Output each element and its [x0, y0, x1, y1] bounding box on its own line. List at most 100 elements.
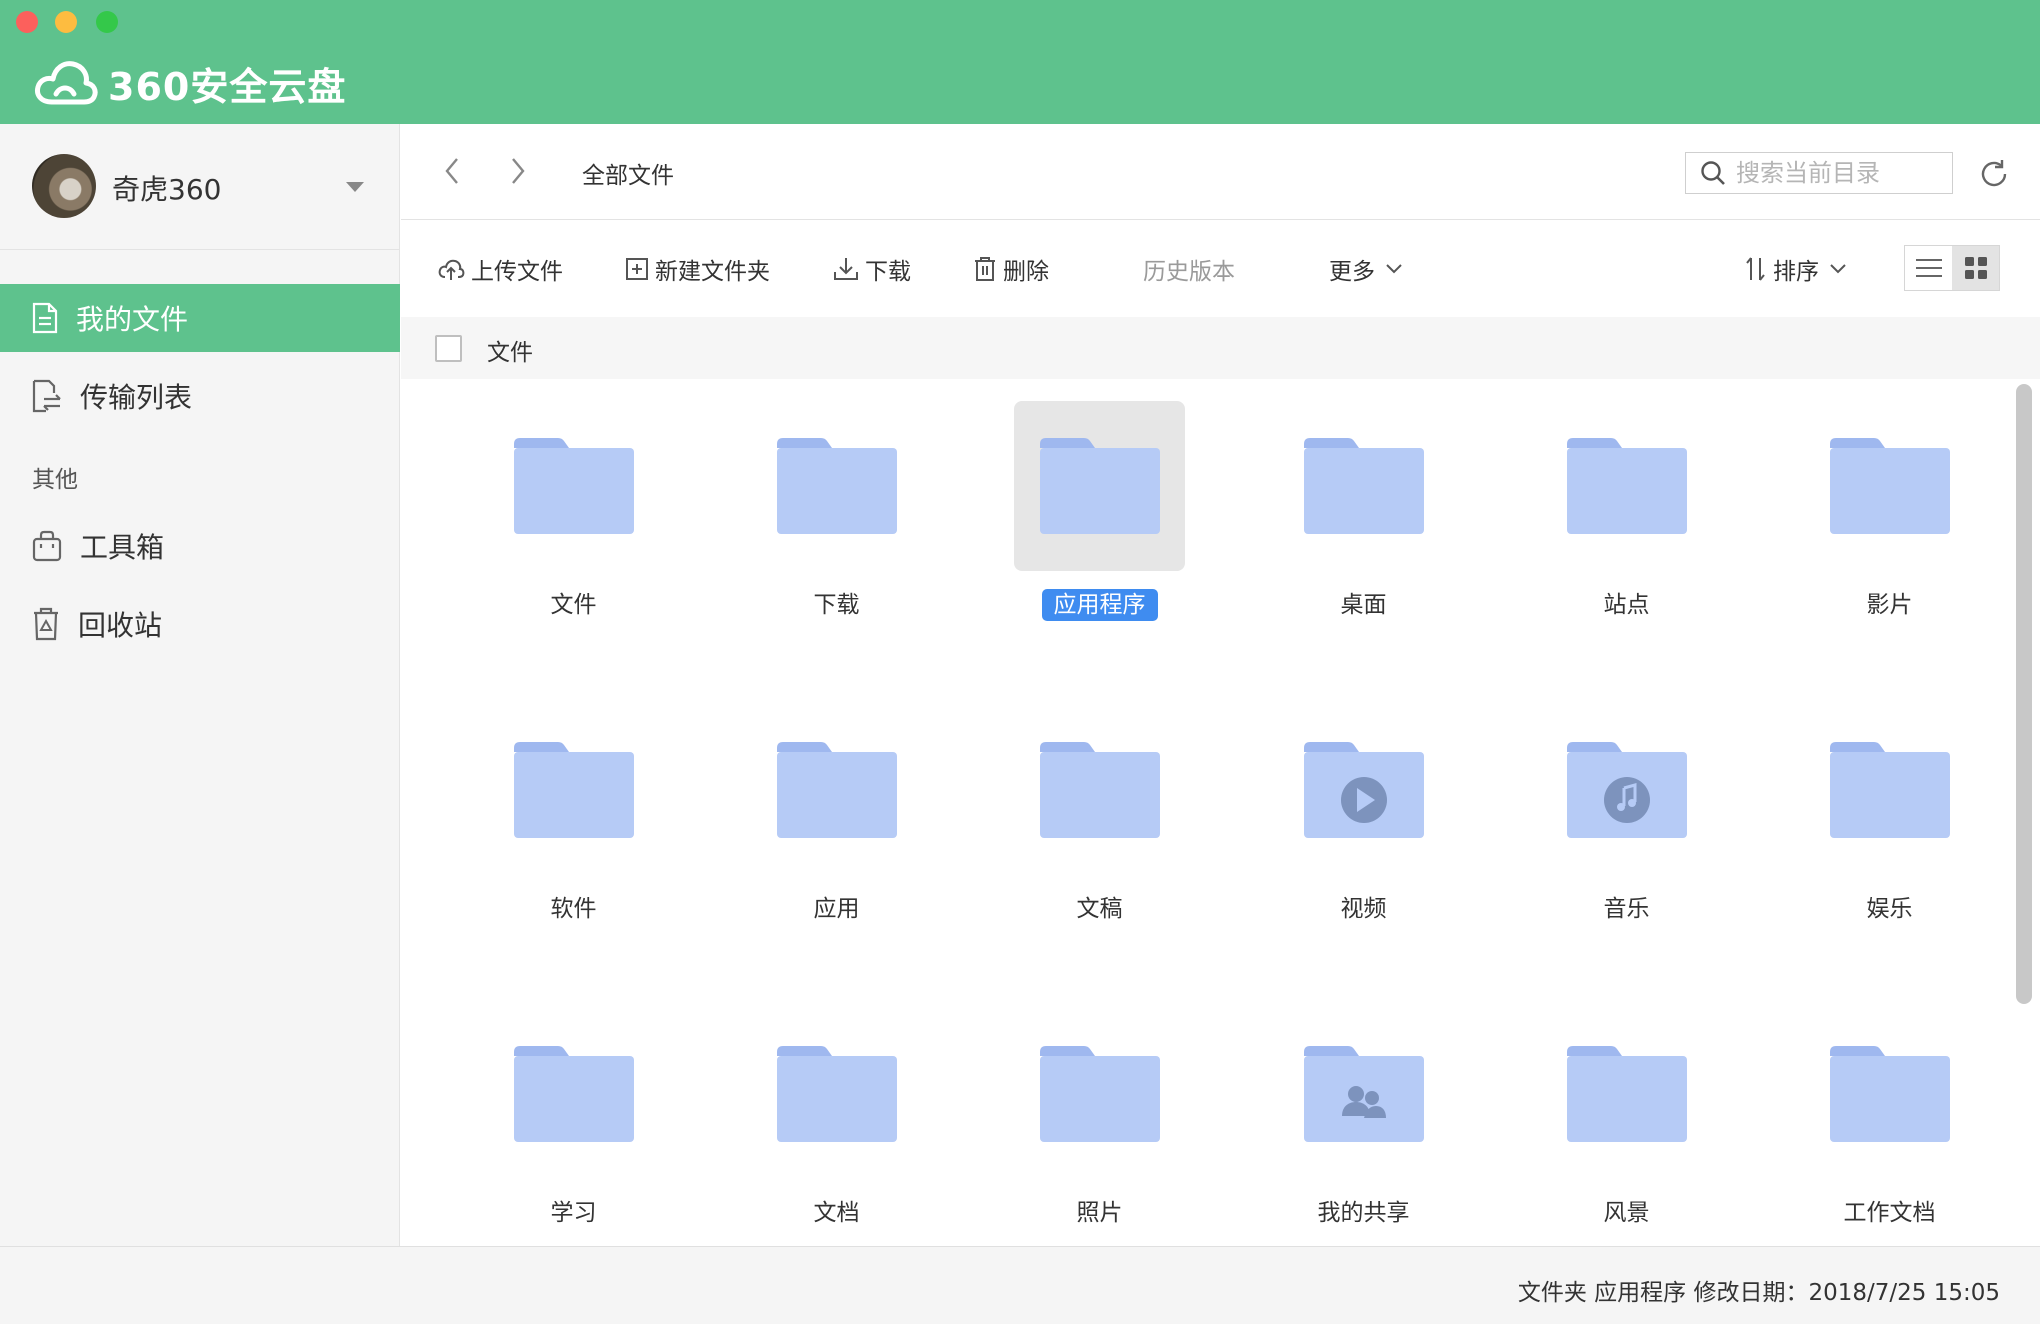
folder-label: 影片: [1804, 585, 1975, 619]
history-version-label: 历史版本: [1143, 259, 1235, 285]
sort-button[interactable]: 排序: [1745, 251, 1847, 287]
sort-icon: [1746, 257, 1765, 281]
folder-name: 视频: [1340, 896, 1387, 922]
folder-name: 照片: [1076, 1200, 1123, 1226]
folder-tile[interactable]: 文件: [488, 379, 659, 618]
toolbar: 上传文件 新建文件夹 下载 删除 历史版本 更多 排序: [401, 221, 2040, 317]
sidebar-item-my-files[interactable]: 我的文件: [0, 284, 400, 352]
window-close-button[interactable]: [16, 11, 38, 33]
sidebar: 奇虎360 我的文件 传输列表 其他 工具箱 回收站: [0, 124, 400, 1246]
grid-view-button[interactable]: [1952, 246, 1999, 290]
search-input[interactable]: [1736, 159, 1936, 187]
history-version-button[interactable]: 历史版本: [1143, 251, 1235, 287]
folder-label: 下载: [751, 585, 922, 619]
window-maximize-button[interactable]: [96, 11, 118, 33]
folder-tile[interactable]: 文档: [751, 987, 922, 1226]
folder-label: 风景: [1541, 1193, 1712, 1227]
plus-square-icon: [626, 258, 648, 280]
download-label: 下载: [865, 259, 911, 285]
folder-name: 应用: [813, 896, 860, 922]
sidebar-item-recycle-bin[interactable]: 回收站: [0, 590, 400, 658]
folder-icon-box: [1014, 705, 1185, 875]
chevron-right-icon: [512, 158, 525, 184]
sidebar-item-transfer-list[interactable]: 传输列表: [0, 362, 400, 430]
folder-label: 视频: [1278, 889, 1449, 923]
delete-button[interactable]: 删除: [973, 251, 1049, 287]
folder-label: 学习: [488, 1193, 659, 1227]
cloud-upload-icon: [438, 259, 465, 280]
search-icon: [1701, 161, 1725, 185]
folder-icon-box: [751, 401, 922, 571]
folder-tile[interactable]: 工作文档: [1804, 987, 1975, 1226]
sidebar-section-other: 其他: [32, 467, 78, 493]
shared-folder-icon: [1303, 1046, 1424, 1142]
more-button[interactable]: 更多: [1329, 251, 1403, 287]
user-panel[interactable]: 奇虎360: [0, 124, 400, 250]
list-view-button[interactable]: [1905, 246, 1952, 290]
caret-down-icon[interactable]: [346, 182, 364, 192]
download-button[interactable]: 下载: [833, 251, 911, 287]
scrollbar[interactable]: [2016, 384, 2032, 1004]
upload-button[interactable]: 上传文件: [437, 251, 563, 287]
folder-tile[interactable]: 照片: [1014, 987, 1185, 1226]
new-folder-button[interactable]: 新建文件夹: [625, 251, 770, 287]
folder-grid: 文件 下载 应用程序 桌面 站点 影片软件 应用 文稿 视频 音乐 娱乐学习 文档 照片 我的共享 风景 工作…: [401, 379, 2013, 1245]
folder-icon-box: [1541, 401, 1712, 571]
folder-name: 站点: [1603, 592, 1650, 618]
folder-name: 文稿: [1076, 896, 1123, 922]
folder-icon: [1039, 742, 1160, 838]
folder-name: 我的共享: [1317, 1200, 1410, 1226]
folder-tile[interactable]: 影片: [1804, 379, 1975, 618]
folder-tile[interactable]: 桌面: [1278, 379, 1449, 618]
toolbox-icon: [32, 530, 62, 562]
chevron-down-icon: [1386, 264, 1402, 274]
folder-tile[interactable]: 下载: [751, 379, 922, 618]
folder-icon: [1303, 438, 1424, 534]
folder-name: 工作文档: [1843, 1200, 1936, 1226]
window-minimize-button[interactable]: [55, 11, 77, 33]
breadcrumb[interactable]: 全部文件: [582, 156, 674, 190]
list-header-label: 文件: [487, 340, 533, 366]
folder-icon: [1039, 1046, 1160, 1142]
title-bar: 360安全云盘: [0, 0, 2040, 124]
folder-name: 应用程序: [1041, 589, 1158, 621]
folder-label: 站点: [1541, 585, 1712, 619]
avatar[interactable]: [32, 154, 96, 218]
folder-name: 软件: [550, 896, 597, 922]
folder-icon: [1566, 438, 1687, 534]
grid-view-icon: [1964, 257, 1987, 279]
folder-label: 桌面: [1278, 585, 1449, 619]
folder-icon: [1829, 438, 1950, 534]
folder-tile[interactable]: 视频: [1278, 683, 1449, 922]
folder-tile[interactable]: 应用: [751, 683, 922, 922]
refresh-button[interactable]: [1974, 154, 2014, 194]
view-toggle: [1904, 245, 2000, 291]
folder-label: 文件: [488, 585, 659, 619]
folder-tile[interactable]: 音乐: [1541, 683, 1712, 922]
sidebar-item-toolbox[interactable]: 工具箱: [0, 512, 400, 580]
forward-button[interactable]: [503, 156, 533, 186]
folder-tile[interactable]: 站点: [1541, 379, 1712, 618]
search-box[interactable]: [1685, 152, 1953, 194]
folder-tile[interactable]: 应用程序: [1014, 379, 1185, 621]
select-all-checkbox[interactable]: [435, 335, 462, 362]
upload-label: 上传文件: [471, 259, 563, 285]
video-folder-icon: [1303, 742, 1424, 838]
folder-tile[interactable]: 我的共享: [1278, 987, 1449, 1226]
status-text: 文件夹 应用程序 修改日期：2018/7/25 15:05: [1517, 1280, 2000, 1306]
folder-icon-box: [751, 705, 922, 875]
folder-tile[interactable]: 风景: [1541, 987, 1712, 1226]
folder-icon: [1829, 1046, 1950, 1142]
folder-icon-box: [1278, 1009, 1449, 1179]
folder-label: 软件: [488, 889, 659, 923]
folder-tile[interactable]: 文稿: [1014, 683, 1185, 922]
folder-icon-box: [1278, 401, 1449, 571]
folder-tile[interactable]: 软件: [488, 683, 659, 922]
folder-tile[interactable]: 学习: [488, 987, 659, 1226]
folder-icon-box: [1278, 705, 1449, 875]
more-label: 更多: [1329, 259, 1375, 285]
back-button[interactable]: [437, 156, 467, 186]
folder-tile[interactable]: 娱乐: [1804, 683, 1975, 922]
folder-label: 工作文档: [1804, 1193, 1975, 1227]
folder-label: 音乐: [1541, 889, 1712, 923]
